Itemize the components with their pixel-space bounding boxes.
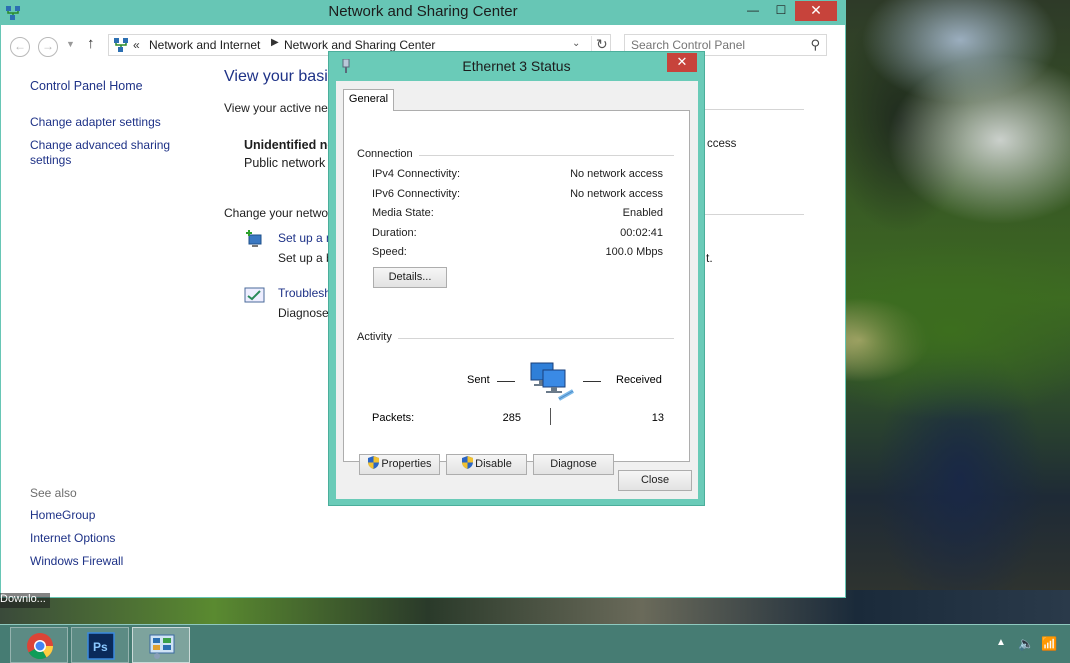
ipv6-label: IPv6 Connectivity: [372, 188, 461, 200]
received-dash [583, 381, 601, 382]
sent-dash [497, 381, 515, 382]
ipv4-label: IPv4 Connectivity: [372, 168, 461, 180]
speed-value: 100.0 Mbps [605, 246, 663, 258]
media-state-value: Enabled [622, 207, 663, 219]
back-arrow-icon[interactable]: ← [10, 37, 30, 57]
ipv4-value: No network access [570, 168, 663, 180]
packets-label: Packets: [372, 412, 415, 424]
tray-overflow-chevron-icon[interactable]: ▲ [996, 637, 1006, 648]
dialog-close-x-button[interactable]: ✕ [667, 53, 697, 72]
change-adapter-settings-link[interactable]: Change adapter settings [30, 115, 161, 129]
forward-arrow-icon[interactable]: → [38, 37, 58, 57]
breadcrumb-network-internet[interactable]: Network and Internet [149, 38, 260, 52]
packets-received-value: 13 [651, 412, 664, 424]
received-label: Received [616, 374, 662, 386]
internet-options-link[interactable]: Internet Options [30, 531, 115, 545]
taskbar-chrome[interactable] [10, 627, 68, 663]
change-advanced-sharing-link-cont[interactable]: settings [30, 153, 71, 167]
details-button[interactable]: Details... [373, 267, 447, 288]
address-dropdown-icon[interactable]: ⌄ [572, 38, 580, 49]
connection-group-label: Connection [357, 148, 419, 160]
packets-sent-value: 285 [502, 412, 521, 424]
close-button[interactable]: ✕ [795, 1, 837, 21]
properties-button-label: Properties [381, 458, 432, 470]
activity-group-label: Activity [357, 331, 398, 343]
search-icon[interactable]: ⚲ [810, 37, 820, 53]
speed-label: Speed: [372, 246, 407, 258]
setup-connection-icon [246, 230, 262, 247]
tab-general[interactable]: General [343, 89, 394, 111]
setup-connection-link[interactable]: Set up a n [278, 231, 333, 245]
disable-button[interactable]: Disable [446, 454, 527, 475]
uac-shield-icon [462, 456, 474, 469]
recent-locations-chevron-icon[interactable]: ▼ [66, 39, 75, 49]
troubleshoot-icon [244, 287, 265, 303]
taskbar-control-panel[interactable] [132, 627, 190, 663]
disable-button-label: Disable [475, 458, 512, 470]
troubleshoot-link[interactable]: Troublesh [278, 286, 331, 300]
breadcrumb-chevron-icon[interactable]: ▶ [271, 37, 279, 48]
breadcrumb-network-sharing-center[interactable]: Network and Sharing Center [284, 38, 435, 52]
ipv6-value: No network access [570, 188, 663, 200]
homegroup-link[interactable]: HomeGroup [30, 508, 95, 522]
windows-firewall-link[interactable]: Windows Firewall [30, 554, 123, 568]
uac-shield-icon [368, 456, 380, 469]
download-tooltip: Downlo... [0, 593, 50, 608]
general-tab-panel: Connection IPv4 Connectivity: No network… [343, 110, 690, 475]
change-networking-heading: Change your netwo [224, 206, 329, 220]
network-name: Unidentified ne [244, 138, 335, 152]
setup-connection-desc-tail: t. [706, 251, 713, 265]
properties-button[interactable]: Properties [359, 454, 440, 475]
dialog-title: Ethernet 3 Status [462, 58, 571, 74]
page-title: View your basic [224, 68, 336, 85]
up-arrow-icon[interactable]: ↑ [87, 35, 95, 52]
network-warning-icon[interactable]: 📶 [1041, 636, 1057, 652]
media-state-label: Media State: [372, 207, 434, 219]
active-networks-heading: View your active net [224, 101, 332, 115]
duration-value: 00:02:41 [620, 227, 663, 239]
see-also-heading: See also [30, 486, 77, 500]
network-type-link[interactable]: Public network [244, 156, 325, 170]
access-type-text: ccess [707, 138, 737, 150]
taskbar-photoshop[interactable]: Ps [71, 627, 129, 663]
chrome-icon [27, 633, 54, 660]
taskbar: Ps [0, 624, 1070, 663]
troubleshoot-desc: Diagnose [278, 306, 329, 320]
photoshop-icon-letters: Ps [93, 640, 108, 654]
setup-connection-desc: Set up a b [278, 251, 333, 265]
activity-group-line [358, 338, 674, 339]
duration-label: Duration: [372, 227, 417, 239]
minimize-button[interactable]: — [739, 1, 767, 21]
change-advanced-sharing-link[interactable]: Change advanced sharing [30, 138, 170, 152]
network-computers-icon [530, 362, 574, 401]
diagnose-button[interactable]: Diagnose [533, 454, 614, 475]
photoshop-icon: Ps [87, 632, 115, 660]
control-panel-taskbar-icon [149, 634, 175, 659]
sent-label: Sent [467, 374, 490, 386]
speaker-icon[interactable]: 🔈 [1018, 636, 1034, 652]
ethernet-status-dialog: Ethernet 3 Status ✕ General Connection I… [328, 51, 705, 506]
dialog-close-button[interactable]: Close [618, 470, 692, 491]
window-titlebar[interactable]: Network and Sharing Center — ☐ ✕ [1, 1, 845, 25]
breadcrumb-overflow[interactable]: « [133, 38, 140, 52]
control-panel-home-link[interactable]: Control Panel Home [30, 79, 143, 93]
packets-divider [550, 408, 551, 425]
dialog-body: General Connection IPv4 Connectivity: No… [336, 81, 698, 499]
maximize-button[interactable]: ☐ [767, 1, 795, 21]
control-panel-icon [114, 38, 128, 52]
window-title: Network and Sharing Center [328, 3, 518, 20]
